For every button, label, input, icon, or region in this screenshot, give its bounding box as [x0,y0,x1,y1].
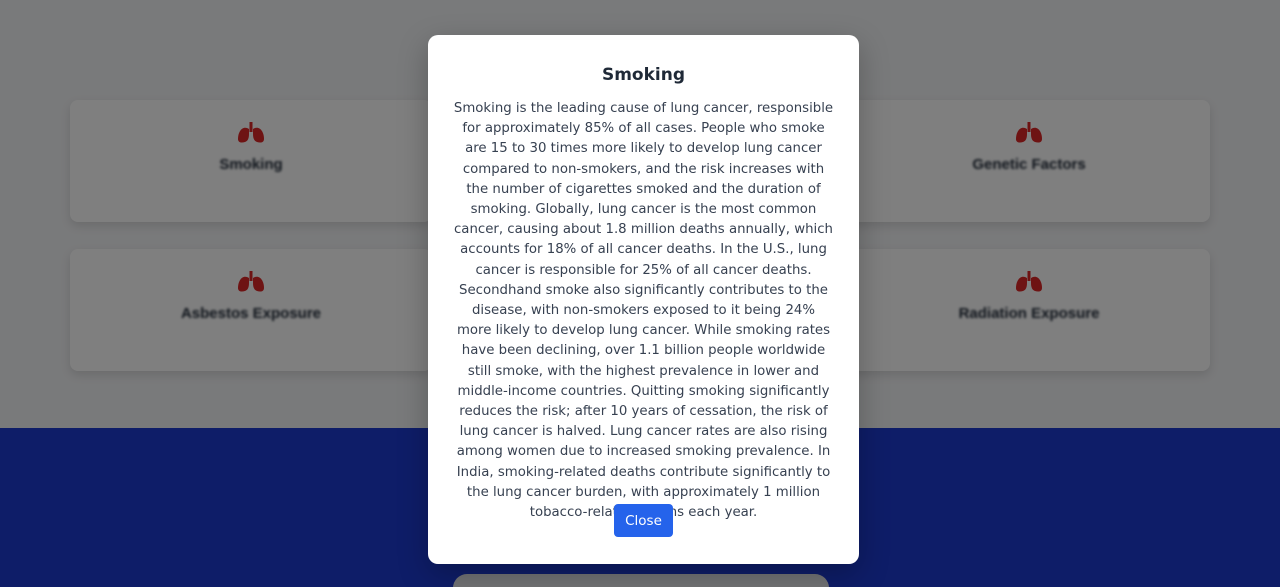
page: Smoking Genetic Factors Asbestos Exposur… [0,0,1280,587]
modal-dialog: Smoking Smoking is the leading cause of … [428,35,859,564]
modal-title: Smoking [601,65,686,85]
close-button[interactable]: Close [614,504,673,537]
modal-body-text: Smoking is the leading cause of lung can… [453,101,834,521]
